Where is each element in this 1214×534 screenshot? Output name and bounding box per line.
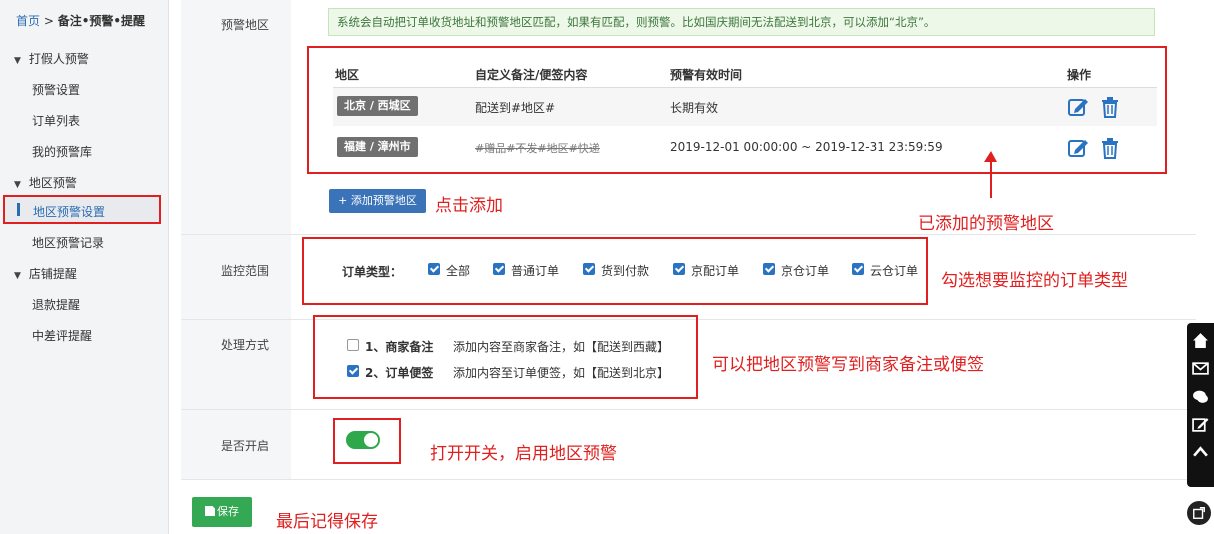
- handle-row-label: 处理方式: [181, 320, 291, 409]
- sidebar-item-label: 地区预警设置: [33, 205, 106, 219]
- chat-icon[interactable]: [1192, 388, 1209, 405]
- sidebar-group-label: 地区预警: [28, 176, 77, 190]
- share-glyph: [1193, 507, 1205, 519]
- home-icon[interactable]: [1192, 332, 1209, 349]
- save-label: 保存: [217, 505, 239, 518]
- checkbox-label: 货到付款: [601, 264, 650, 278]
- column-header-note: 自定义备注/便签内容: [475, 68, 588, 82]
- checkbox-label: 云仓订单: [870, 264, 919, 278]
- edit-icon[interactable]: [1192, 416, 1209, 433]
- checkbox-label: 普通订单: [511, 264, 560, 278]
- sidebar: 首页 > 备注•预警•提醒 ▼ 打假人预警 预警设置 订单列表 我的预警库 ▼ 地区…: [0, 0, 169, 534]
- caret-down-icon: ▼: [14, 271, 21, 281]
- breadcrumb-current: 备注•预警•提醒: [57, 14, 146, 28]
- sidebar-group-region-alert[interactable]: ▼ 地区预警: [14, 174, 77, 191]
- table-row-stripe: [333, 88, 1157, 126]
- sidebar-item-region-alert-settings[interactable]: 地区预警设置: [3, 195, 161, 224]
- annotation-click-add: 点击添加: [435, 196, 503, 216]
- region-tag: 北京 / 西城区: [337, 96, 418, 116]
- floating-toolbar: [1187, 323, 1214, 487]
- row-valid-time: 长期有效: [670, 101, 719, 115]
- breadcrumb: 首页 > 备注•预警•提醒: [16, 12, 145, 29]
- sidebar-group-shop-reminder[interactable]: ▼ 店铺提醒: [14, 265, 77, 282]
- annotation-handle: 可以把地区预警写到商家备注或便签: [712, 355, 984, 375]
- active-indicator: [17, 203, 20, 216]
- save-icon: [205, 506, 215, 516]
- trash-icon[interactable]: [1099, 137, 1121, 159]
- caret-down-icon: ▼: [14, 56, 21, 66]
- sidebar-item-my-alert-library[interactable]: 我的预警库: [32, 143, 92, 160]
- row-divider: [181, 479, 1196, 480]
- sidebar-item-region-alert-records[interactable]: 地区预警记录: [32, 234, 104, 251]
- option-title: 1、商家备注: [365, 340, 434, 354]
- region-row-label: 预警地区: [181, 0, 291, 234]
- column-header-valid-time: 预警有效时间: [670, 68, 743, 82]
- save-button[interactable]: 保存: [192, 497, 252, 527]
- row-divider: [181, 234, 1196, 235]
- checkbox-cloud-warehouse[interactable]: [852, 263, 864, 275]
- order-type-label: 订单类型：: [342, 265, 403, 279]
- checkbox-normal-order[interactable]: [493, 263, 505, 275]
- sidebar-group-label: 店铺提醒: [28, 267, 77, 281]
- annotation-enable: 打开开关，启用地区预警: [430, 444, 617, 464]
- sidebar-group-label: 打假人预警: [28, 52, 89, 66]
- row-divider: [181, 409, 1196, 410]
- arrow-up-icon: [984, 151, 997, 198]
- column-header-region: 地区: [335, 68, 360, 82]
- breadcrumb-home-link[interactable]: 首页: [16, 14, 40, 28]
- column-header-actions: 操作: [1067, 68, 1092, 82]
- region-hint-banner: 系统会自动把订单收货地址和预警地区匹配，如果有匹配，则预警。比如国庆期间无法配送…: [328, 8, 1155, 36]
- sidebar-item-refund-reminder[interactable]: 退款提醒: [32, 296, 80, 313]
- share-icon[interactable]: [1187, 501, 1211, 525]
- handle-highlight: [313, 315, 698, 399]
- checkbox-jd-warehouse[interactable]: [763, 263, 775, 275]
- option-title: 2、订单便签: [365, 366, 434, 380]
- option-desc: 添加内容至订单便签，如【配送到北京】: [453, 366, 670, 380]
- region-tag: 福建 / 漳州市: [337, 137, 418, 157]
- sidebar-item-alert-settings[interactable]: 预警设置: [32, 81, 80, 98]
- row-note: 配送到#地区#: [475, 101, 556, 115]
- annotation-order-types: 勾选想要监控的订单类型: [941, 271, 1128, 291]
- caret-down-icon: ▼: [14, 180, 21, 190]
- annotation-save: 最后记得保存: [276, 512, 378, 532]
- checkbox-merchant-note[interactable]: [347, 339, 359, 351]
- trash-icon[interactable]: [1099, 96, 1121, 118]
- sidebar-group-fake-buyer[interactable]: ▼ 打假人预警: [14, 50, 89, 67]
- monitor-row-label: 监控范围: [181, 235, 291, 319]
- checkbox-jd-delivery[interactable]: [673, 263, 685, 275]
- checkbox-label: 京配订单: [691, 264, 740, 278]
- breadcrumb-separator: >: [40, 14, 58, 28]
- edit-icon[interactable]: [1067, 137, 1089, 159]
- option-desc: 添加内容至商家备注，如【配送到西藏】: [453, 340, 670, 354]
- edit-icon[interactable]: [1067, 96, 1089, 118]
- checkbox-label: 全部: [446, 264, 471, 278]
- sidebar-item-order-list[interactable]: 订单列表: [32, 112, 80, 129]
- enable-toggle[interactable]: [346, 431, 380, 449]
- row-valid-time: 2019-12-01 00:00:00 ~ 2019-12-31 23:59:5…: [670, 140, 943, 154]
- sidebar-item-bad-review-reminder[interactable]: 中差评提醒: [32, 327, 92, 344]
- enable-row-label: 是否开启: [181, 410, 291, 479]
- mail-icon[interactable]: [1192, 360, 1209, 377]
- up-icon[interactable]: [1192, 444, 1209, 461]
- add-region-button[interactable]: + 添加预警地区: [329, 189, 426, 213]
- checkbox-label: 京仓订单: [781, 264, 830, 278]
- toggle-knob: [364, 433, 378, 447]
- checkbox-cod[interactable]: [583, 263, 595, 275]
- row-note-struck: #赠品#不发#地区#快递: [475, 142, 600, 155]
- checkbox-order-memo[interactable]: [347, 365, 359, 377]
- annotation-added-regions: 已添加的预警地区: [918, 214, 1054, 234]
- checkbox-all[interactable]: [428, 263, 440, 275]
